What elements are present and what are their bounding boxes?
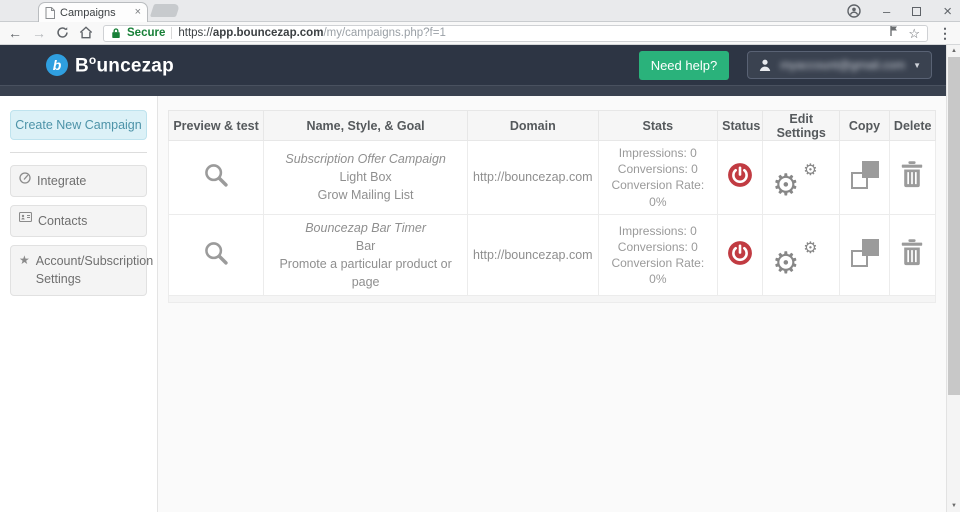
col-status: Status	[717, 110, 764, 141]
chevron-down-icon: ▼	[913, 60, 921, 70]
sidebar-item-account-settings[interactable]: ★ Account/Subscription Settings	[10, 245, 153, 296]
delete-trash-icon[interactable]	[900, 239, 924, 266]
star-icon: ★	[19, 253, 30, 268]
scrollbar-down-icon[interactable]: ▼	[947, 500, 960, 512]
campaigns-table: Preview & test Name, Style, & Goal Domai…	[167, 110, 937, 304]
domain-cell: http://bouncezap.com	[467, 140, 599, 215]
browser-toolbar: ← → Secure https://app.bouncezap.com/my/…	[0, 22, 960, 45]
browser-tab-campaigns[interactable]: Campaigns ×	[38, 2, 148, 22]
forward-icon[interactable]: →	[32, 26, 46, 40]
url-text[interactable]: https://app.bouncezap.com/my/campaigns.p…	[178, 27, 446, 39]
sidebar: Create New Campaign Integrate Contacts ★…	[0, 96, 158, 512]
close-window-button[interactable]: ×	[943, 4, 952, 19]
table-row: Subscription Offer Campaign Light Box Gr…	[167, 140, 937, 215]
table-row: Bouncezap Bar Timer Bar Promote a partic…	[167, 213, 937, 297]
col-delete: Delete	[888, 110, 937, 141]
app-navbar: b Bouncezap Need help? myaccount@gmail.c…	[0, 45, 946, 85]
need-help-button[interactable]: Need help?	[638, 50, 730, 80]
refresh-icon[interactable]	[56, 26, 69, 41]
domain-cell: http://bouncezap.com	[467, 213, 599, 297]
app-subnav-strip	[0, 85, 946, 96]
status-power-icon[interactable]	[727, 240, 753, 266]
table-header-row: Preview & test Name, Style, & Goal Domai…	[167, 110, 937, 141]
campaign-name-cell: Subscription Offer Campaign Light Box Gr…	[263, 140, 469, 215]
preview-magnifier-icon[interactable]	[202, 239, 230, 267]
back-icon[interactable]: ←	[8, 26, 22, 40]
col-copy: Copy	[839, 110, 890, 141]
page-scrollbar[interactable]: ▲ ▼	[946, 45, 960, 512]
scrollbar-up-icon[interactable]: ▲	[947, 45, 960, 57]
address-bar[interactable]: Secure https://app.bouncezap.com/my/camp…	[103, 24, 928, 42]
status-power-icon[interactable]	[727, 162, 753, 188]
bouncezap-logo[interactable]: b Bouncezap	[46, 53, 174, 77]
col-preview-test: Preview & test	[167, 110, 265, 141]
delete-trash-icon[interactable]	[900, 161, 924, 188]
col-stats: Stats	[597, 110, 719, 141]
bookmark-star-icon[interactable]: ☆	[908, 27, 920, 40]
home-icon[interactable]	[79, 25, 93, 41]
new-tab-button[interactable]	[149, 4, 181, 17]
padlock-icon[interactable]	[111, 27, 121, 39]
col-edit-settings: Edit Settings	[762, 110, 841, 141]
sidebar-item-integrate[interactable]: Integrate	[10, 165, 147, 198]
minimize-button[interactable]: –	[883, 5, 890, 18]
tab-title: Campaigns	[60, 6, 116, 19]
col-name-style-goal: Name, Style, & Goal	[263, 110, 469, 141]
sidebar-item-label: Integrate	[37, 174, 87, 188]
campaigns-table-container: Preview & test Name, Style, & Goal Domai…	[167, 110, 937, 304]
copy-icon[interactable]	[850, 238, 879, 267]
integrate-icon	[19, 172, 31, 184]
scrollbar-thumb[interactable]	[948, 57, 960, 395]
profile-icon[interactable]	[847, 4, 861, 18]
user-email-redacted: myaccount@gmail.com	[780, 58, 906, 72]
sidebar-divider	[10, 152, 147, 153]
window-controls: – ×	[847, 0, 952, 22]
user-account-dropdown[interactable]: myaccount@gmail.com ▼	[747, 51, 932, 79]
bouncezap-logo-icon: b	[46, 53, 68, 76]
preview-magnifier-icon[interactable]	[202, 161, 230, 189]
brand-name: Bouncezap	[75, 52, 174, 77]
sidebar-item-contacts[interactable]: Contacts	[10, 205, 147, 238]
sidebar-item-label: Account/Subscription Settings	[35, 254, 154, 287]
stats-cell: Impressions: 0 Conversions: 0 Conversion…	[597, 140, 719, 215]
secure-label[interactable]: Secure	[127, 27, 165, 39]
sidebar-item-label: Contacts	[38, 214, 88, 229]
tab-close-icon[interactable]: ×	[135, 7, 141, 18]
copy-icon[interactable]	[850, 160, 879, 189]
col-domain: Domain	[467, 110, 599, 141]
browser-titlebar: Campaigns × – ×	[0, 0, 960, 22]
page-favicon-icon	[45, 6, 55, 19]
table-footer-strip	[168, 295, 936, 304]
restore-button[interactable]	[912, 6, 922, 16]
omnibox-flag-icon[interactable]	[889, 24, 899, 42]
user-icon	[758, 58, 772, 72]
omnibox-divider	[171, 27, 173, 39]
stats-cell: Impressions: 0 Conversions: 0 Conversion…	[597, 213, 719, 297]
create-new-campaign-button[interactable]: Create New Campaign	[10, 110, 147, 140]
contacts-icon	[19, 212, 32, 223]
chrome-menu-icon[interactable]: ⋮	[938, 26, 952, 40]
content-area: Create New Campaign Integrate Contacts ★…	[0, 96, 946, 512]
campaign-name-cell: Bouncezap Bar Timer Bar Promote a partic…	[263, 213, 469, 297]
